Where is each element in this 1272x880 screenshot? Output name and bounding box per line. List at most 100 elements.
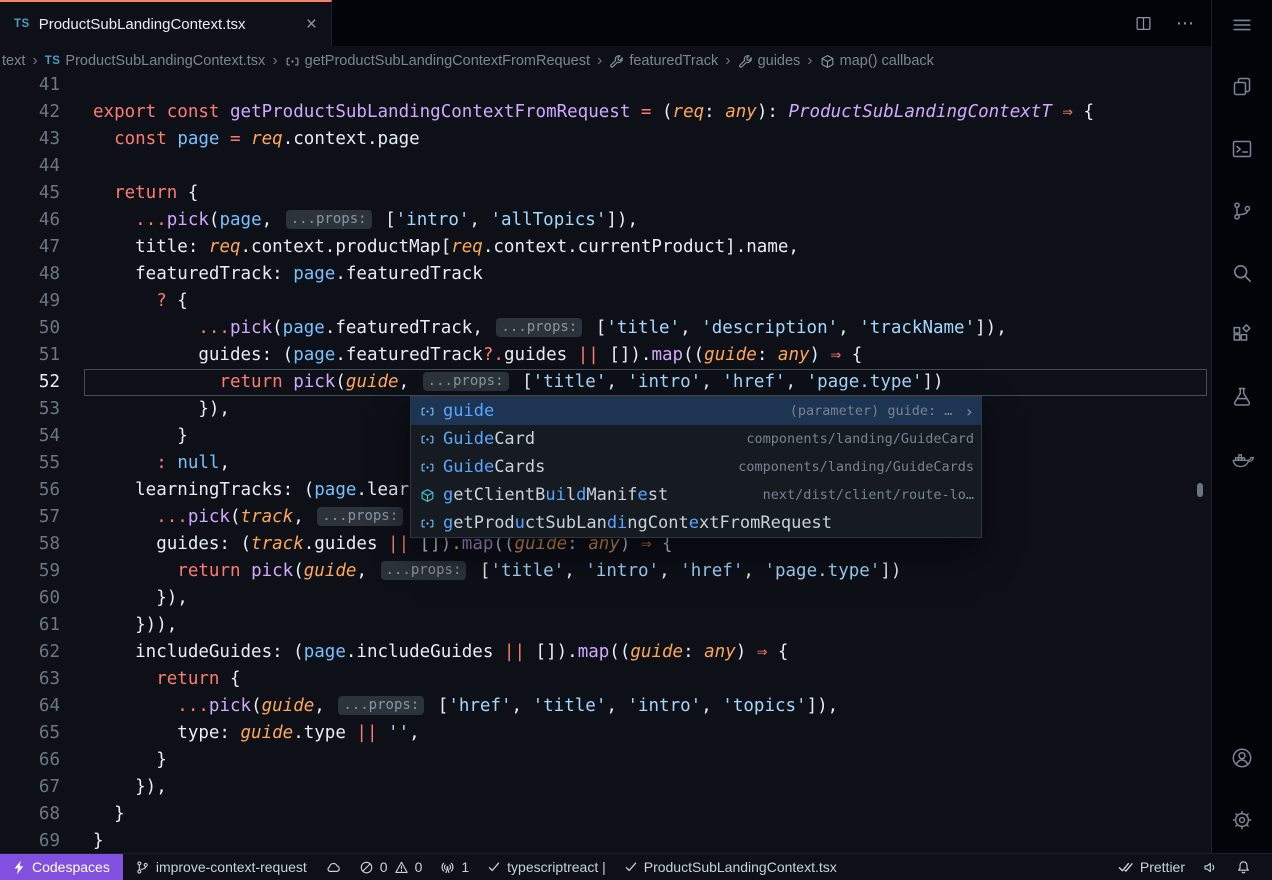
breadcrumb-item[interactable]: text [2,53,25,69]
code-line[interactable]: 51 guides: (page.featuredTrack?.guides |… [0,342,1211,369]
code-token: ( [251,696,262,716]
code-token: { [219,669,240,689]
status-item-language[interactable]: typescriptreact | [478,854,615,880]
line-number[interactable]: 48 [0,261,60,288]
status-item-prettier[interactable]: Prettier [1109,854,1194,880]
activity-search-button[interactable] [1212,242,1272,304]
line-number[interactable]: 60 [0,585,60,612]
code-line[interactable]: 61 })), [0,612,1211,639]
line-number[interactable]: 44 [0,153,60,180]
code-line[interactable]: 67 }), [0,774,1211,801]
typescript-file-icon: TS [14,18,30,30]
code-token [378,723,389,743]
breadcrumb-item[interactable]: featuredTrack [609,53,718,69]
line-number[interactable]: 64 [0,693,60,720]
suggest-item[interactable]: GuideCardcomponents/landing/GuideCard [411,425,981,453]
scrollbar-thumb[interactable] [1197,483,1203,497]
activity-source-control-button[interactable] [1212,180,1272,242]
suggest-item[interactable]: getClientBuildManifestnext/dist/client/r… [411,481,981,509]
line-number[interactable]: 56 [0,477,60,504]
line-number[interactable]: 49 [0,288,60,315]
line-number[interactable]: 69 [0,828,60,853]
status-item-sync[interactable] [316,854,350,880]
code-line[interactable]: 62 includeGuides: (page.includeGuides ||… [0,639,1211,666]
line-number[interactable]: 50 [0,315,60,342]
code-line[interactable]: 66 } [0,747,1211,774]
code-line[interactable]: 46 ...pick(page, ...props: ['intro', 'al… [0,207,1211,234]
status-bar: Codespacesimprove-context-request 001type… [0,853,1272,880]
line-number[interactable]: 59 [0,558,60,585]
status-item-active-file[interactable]: ProductSubLandingContext.tsx [615,854,846,880]
breadcrumb-item[interactable]: guides [738,53,801,69]
code-line[interactable]: 50 ...pick(page.featuredTrack, ...props:… [0,315,1211,342]
code-line[interactable]: 68 } [0,801,1211,828]
activity-docker-button[interactable] [1212,428,1272,490]
line-number[interactable]: 51 [0,342,60,369]
activity-testing-button[interactable] [1212,366,1272,428]
code-line[interactable]: 43 const page = req.context.page [0,126,1211,153]
check-icon [624,860,638,874]
line-number[interactable]: 65 [0,720,60,747]
activity-account-button[interactable] [1212,727,1272,789]
status-item-branch[interactable]: improve-context-request [126,854,316,880]
code-line[interactable]: 44 [0,153,1211,180]
line-number[interactable]: 47 [0,234,60,261]
line-number[interactable]: 57 [0,504,60,531]
activity-explorer-button[interactable] [1212,56,1272,118]
inlay-hint: ...props: [286,210,372,229]
line-number[interactable]: 54 [0,423,60,450]
line-number[interactable]: 45 [0,180,60,207]
line-number[interactable]: 58 [0,531,60,558]
line-number[interactable]: 61 [0,612,60,639]
code-line[interactable]: 64 ...pick(guide, ...props: ['href', 'ti… [0,693,1211,720]
status-item-ports[interactable]: 1 [431,854,478,880]
suggest-item[interactable]: getProductSubLandingContextFromRequest [411,509,981,537]
breadcrumb-item[interactable]: getProductSubLandingContextFromRequest [285,53,590,69]
code-token [93,210,135,230]
line-number[interactable]: 63 [0,666,60,693]
code-line[interactable]: 69} [0,828,1211,853]
code-line[interactable]: 59 return pick(guide, ...props: ['title'… [0,558,1211,585]
split-editor-button[interactable] [1135,15,1152,32]
code-line[interactable]: 65 type: guide.type || '', [0,720,1211,747]
line-number[interactable]: 53 [0,396,60,423]
status-item-notifications[interactable] [1227,854,1260,880]
line-number[interactable]: 66 [0,747,60,774]
line-number[interactable]: 52 [0,369,60,396]
code-line[interactable]: 47 title: req.context.productMap[req.con… [0,234,1211,261]
code-token: , [786,372,807,392]
line-number[interactable]: 55 [0,450,60,477]
suggest-item[interactable]: guide(parameter) guide: …› [411,397,981,425]
more-actions-button[interactable]: ⋯ [1176,13,1195,34]
suggest-label-part: e [638,485,648,505]
line-number[interactable]: 62 [0,639,60,666]
status-item-feedback[interactable] [1194,854,1227,880]
breadcrumb-item[interactable]: TSProductSubLandingContext.tsx [45,53,266,69]
code-line[interactable]: 48 featuredTrack: page.featuredTrack [0,261,1211,288]
status-item-codespaces[interactable]: Codespaces [0,854,123,880]
status-item-problems[interactable]: 00 [350,854,432,880]
breadcrumb-item[interactable]: map() callback [820,53,934,69]
line-number[interactable]: 41 [0,76,60,99]
breadcrumb-separator: › [32,52,37,70]
code-line[interactable]: 49 ? { [0,288,1211,315]
tab-close-button[interactable]: × [306,15,317,34]
code-line[interactable]: 52 return pick(guide, ...props: ['title'… [0,369,1211,396]
code-line[interactable]: 41 [0,76,1211,99]
editor-tab[interactable]: TS ProductSubLandingContext.tsx × [0,0,332,46]
code-line[interactable]: 42export const getProductSubLandingConte… [0,99,1211,126]
code-line[interactable]: 45 return { [0,180,1211,207]
line-number[interactable]: 43 [0,126,60,153]
line-number[interactable]: 46 [0,207,60,234]
line-number[interactable]: 68 [0,801,60,828]
code-token: pick [188,507,230,527]
line-number[interactable]: 42 [0,99,60,126]
suggest-item[interactable]: GuideCardscomponents/landing/GuideCards [411,453,981,481]
activity-extensions-button[interactable] [1212,304,1272,366]
code-line[interactable]: 60 }), [0,585,1211,612]
line-number[interactable]: 67 [0,774,60,801]
activity-terminal-button[interactable] [1212,118,1272,180]
activity-settings-button[interactable] [1212,789,1272,851]
activity-menu-button[interactable] [1231,0,1253,50]
code-line[interactable]: 63 return { [0,666,1211,693]
